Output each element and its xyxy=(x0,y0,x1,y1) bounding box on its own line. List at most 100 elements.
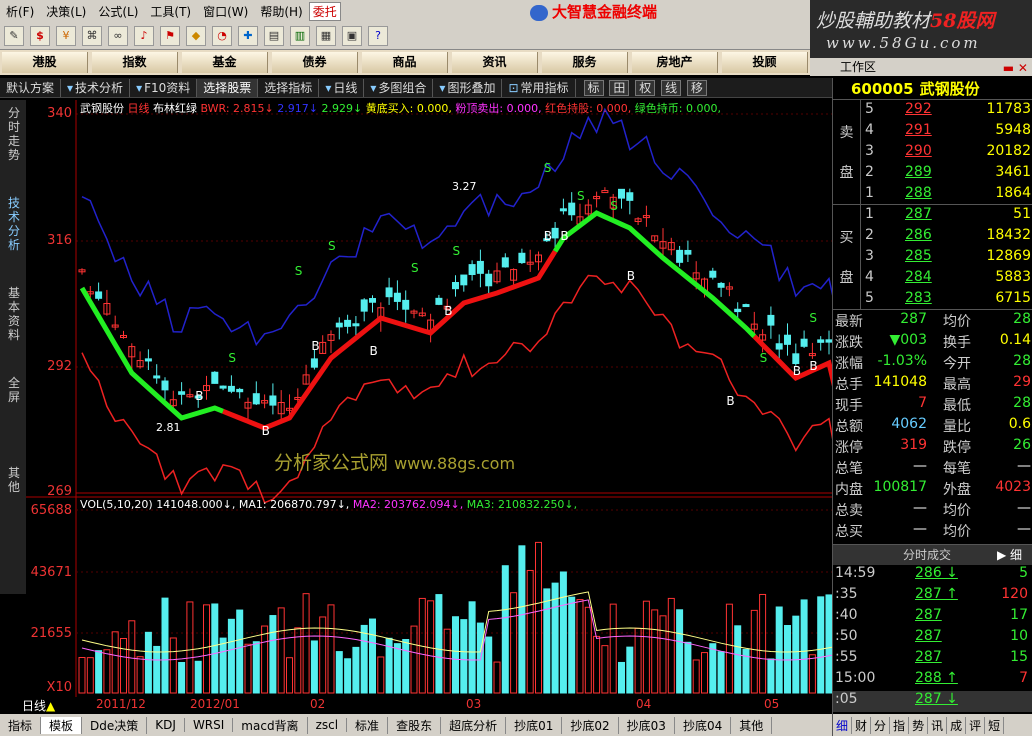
tab-wrsi[interactable]: WRSI xyxy=(185,718,234,732)
bid-row[interactable]: 4 284 5883 xyxy=(865,269,1031,290)
day-line-label[interactable]: 日线▲ xyxy=(22,697,55,714)
quote-tab[interactable]: 指 xyxy=(890,716,910,734)
tab-indicator[interactable]: 指标 xyxy=(0,716,42,734)
ask-row[interactable]: 3 290 20182 xyxy=(865,143,1031,164)
tab-zscl[interactable]: zscl xyxy=(308,718,348,732)
quote-tab[interactable]: 细 xyxy=(833,716,853,734)
flag-icon[interactable]: ⚑ xyxy=(160,25,180,46)
tab-shareholder[interactable]: 查股东 xyxy=(388,716,442,734)
tick-row[interactable]: :05 287 ↓ xyxy=(833,691,1032,712)
ask-row[interactable]: 1 288 1864 xyxy=(865,185,1031,206)
tab-bottom-analysis[interactable]: 超底分析 xyxy=(441,716,507,734)
tag-mark[interactable]: 标 xyxy=(583,79,604,96)
bid-row[interactable]: 1 287 51 xyxy=(865,206,1031,227)
tab-bottom03[interactable]: 抄底03 xyxy=(619,716,675,734)
tick-row[interactable]: 14:59 286 ↓ 5 xyxy=(833,565,1032,586)
quote-tab[interactable]: 讯 xyxy=(928,716,948,734)
network-icon[interactable]: ⌘ xyxy=(82,25,102,46)
ticks-header[interactable]: 分时成交 ▶ 细 xyxy=(833,545,1032,565)
vtab-technical[interactable]: 技术分析 xyxy=(7,196,21,252)
vtab-other[interactable]: 其他 xyxy=(7,466,21,494)
play-icon[interactable]: ▶ 细 xyxy=(997,545,1022,565)
bell-icon[interactable]: ♪ xyxy=(134,25,154,46)
tab-kdj[interactable]: KDJ xyxy=(147,718,185,732)
binoculars-icon[interactable]: ∞ xyxy=(108,25,128,46)
nav-service[interactable]: 服务 xyxy=(542,52,628,73)
chart-menu-common[interactable]: ⊡ 常用指标 xyxy=(502,78,576,97)
news-icon[interactable]: ▤ xyxy=(264,25,284,46)
volume-bar xyxy=(460,619,468,694)
tab-bottom01[interactable]: 抄底01 xyxy=(506,716,563,734)
tick-row[interactable]: :55 287 15 xyxy=(833,649,1032,670)
quote-tab[interactable]: 势 xyxy=(909,716,929,734)
window-icon[interactable]: ▦ xyxy=(316,25,336,46)
chart-menu-period[interactable]: ▾ 日线 xyxy=(319,78,365,97)
pen-icon[interactable]: ✎ xyxy=(4,25,24,46)
kline-chart[interactable]: BBBBBBBBBBBSSSSSSSSSSS xyxy=(26,100,832,702)
nav-real-estate[interactable]: 房地产 xyxy=(632,52,718,73)
tab-standard[interactable]: 标准 xyxy=(347,716,389,734)
bid-row[interactable]: 2 286 18432 xyxy=(865,227,1031,248)
nav-index[interactable]: 指数 xyxy=(92,52,178,73)
vtab-fundamental[interactable]: 基本资料 xyxy=(7,286,21,342)
quote-tab[interactable]: 分 xyxy=(871,716,891,734)
quote-tab[interactable]: 评 xyxy=(966,716,986,734)
bid-row[interactable]: 3 285 12869 xyxy=(865,248,1031,269)
chart-menu-tech[interactable]: ▾ 技术分析 xyxy=(61,78,131,97)
tab-bottom02[interactable]: 抄底02 xyxy=(562,716,619,734)
book-icon[interactable]: ▥ xyxy=(290,25,310,46)
tab-template[interactable]: 模板 xyxy=(41,716,83,734)
tag-weight[interactable]: 权 xyxy=(635,79,656,96)
nav-hk-stocks[interactable]: 港股 xyxy=(2,52,88,73)
tag-move[interactable]: 移 xyxy=(686,79,707,96)
nav-info[interactable]: 资讯 xyxy=(452,52,538,73)
nav-fund[interactable]: 基金 xyxy=(182,52,268,73)
close-icon[interactable]: ▬ ✕ xyxy=(1003,59,1028,77)
ask-row[interactable]: 5 292 11783 xyxy=(865,101,1031,122)
chart-menu-select-indicator[interactable]: 选择指标 xyxy=(258,78,320,97)
volume-bar xyxy=(169,637,177,694)
ask-row[interactable]: 2 289 3461 xyxy=(865,164,1031,185)
volume-bar xyxy=(750,609,758,694)
bid-row[interactable]: 5 283 6715 xyxy=(865,290,1031,311)
menu-item-decision[interactable]: 决策(L) xyxy=(40,3,92,20)
nav-advisor[interactable]: 投顾 xyxy=(722,52,808,73)
vtab-fullscreen[interactable]: 全屏 xyxy=(7,376,21,404)
tag-grid[interactable]: 田 xyxy=(609,79,630,96)
f10-icon[interactable]: ✚ xyxy=(238,25,258,46)
ask-row[interactable]: 4 291 5948 xyxy=(865,122,1031,143)
pie-icon[interactable]: ◔ xyxy=(212,25,232,46)
menu-item-window[interactable]: 窗口(W) xyxy=(197,3,254,20)
buy-signal-label: B xyxy=(444,304,452,318)
quote-tab[interactable]: 成 xyxy=(947,716,967,734)
tick-row[interactable]: :50 287 10 xyxy=(833,628,1032,649)
tab-bottom04[interactable]: 抄底04 xyxy=(675,716,732,734)
entrust-button[interactable]: 委托 xyxy=(308,1,341,21)
quote-tab[interactable]: 财 xyxy=(852,716,872,734)
quote-tab[interactable]: 短 xyxy=(985,716,1005,734)
tab-dde[interactable]: Dde决策 xyxy=(82,716,148,734)
menu-item-help[interactable]: 帮助(H) xyxy=(254,3,308,20)
chart-menu-select-stock[interactable]: 选择股票 xyxy=(197,78,259,97)
calendar-icon[interactable]: ▣ xyxy=(342,25,362,46)
rmb-icon[interactable]: ¥ xyxy=(56,25,76,46)
vtab-intraday[interactable]: 分时走势 xyxy=(7,106,21,162)
tab-other[interactable]: 其他 xyxy=(731,716,773,734)
dollar-icon[interactable]: $ xyxy=(30,25,50,46)
chart-menu-overlay[interactable]: ▾ 图形叠加 xyxy=(433,78,503,97)
menu-item-tools[interactable]: 工具(T) xyxy=(144,3,197,20)
nav-commodity[interactable]: 商品 xyxy=(362,52,448,73)
tab-macd[interactable]: macd背离 xyxy=(233,716,308,734)
tick-row[interactable]: :40 287 17 xyxy=(833,607,1032,628)
tag-line[interactable]: 线 xyxy=(661,79,682,96)
nav-bond[interactable]: 债券 xyxy=(272,52,358,73)
chart-menu-multi[interactable]: ▾ 多图组合 xyxy=(364,78,434,97)
chart-menu-scheme[interactable]: 默认方案 xyxy=(0,78,62,97)
menu-item-analysis[interactable]: 析(F) xyxy=(0,3,40,20)
help-icon[interactable]: ? xyxy=(368,25,388,46)
tick-row[interactable]: 15:00 288 ↑ 7 xyxy=(833,670,1032,691)
diamond-icon[interactable]: ◆ xyxy=(186,25,206,46)
tick-row[interactable]: :35 287 ↑ 120 xyxy=(833,586,1032,607)
chart-menu-f10[interactable]: ▾ F10资料 xyxy=(130,78,198,97)
menu-item-formula[interactable]: 公式(L) xyxy=(92,3,144,20)
